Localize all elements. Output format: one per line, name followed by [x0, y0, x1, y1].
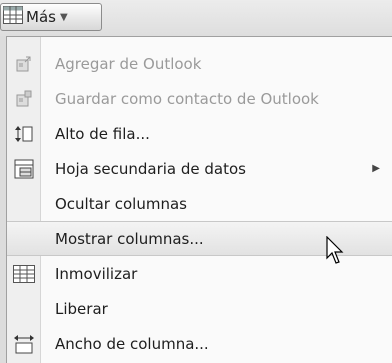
- menu-item-liberar[interactable]: Liberar: [7, 291, 392, 326]
- menu-item-label: Alto de fila...: [55, 124, 150, 143]
- toolbar: Más ▼: [0, 0, 392, 36]
- menu-item-label: Liberar: [55, 299, 108, 318]
- menu-item-agregar-de-outlook[interactable]: Agregar de Outlook: [7, 46, 392, 81]
- column-width-icon: [7, 326, 41, 361]
- menu-item-label: Ocultar columnas: [55, 194, 187, 213]
- menu-item-ocultar-columnas[interactable]: Ocultar columnas: [7, 186, 392, 221]
- menu-item-hoja-secundaria[interactable]: Hoja secundaria de datos ▶: [7, 151, 392, 186]
- menu-item-guardar-contacto[interactable]: Guardar como contacto de Outlook: [7, 81, 392, 116]
- save-outlook-contact-icon: [7, 81, 41, 116]
- chevron-down-icon: ▼: [59, 11, 68, 23]
- menu-item-alto-de-fila[interactable]: Alto de fila...: [7, 116, 392, 151]
- menu-item-label: Hoja secundaria de datos: [55, 159, 247, 178]
- freeze-icon: [7, 256, 41, 291]
- subdatasheet-icon: [7, 151, 41, 186]
- context-menu: Agregar de Outlook Guardar como contacto…: [6, 36, 392, 363]
- mouse-pointer-icon: [326, 236, 344, 264]
- menu-item-label: Mostrar columnas...: [55, 229, 204, 248]
- table-grid-icon: [3, 6, 23, 28]
- mas-label: Más: [26, 8, 56, 26]
- submenu-arrow-icon: ▶: [372, 163, 380, 174]
- menu-item-label: Inmovilizar: [55, 264, 138, 283]
- row-height-icon: [7, 116, 41, 151]
- add-from-outlook-icon: [7, 46, 41, 81]
- menu-item-ancho-de-columna[interactable]: Ancho de columna...: [7, 326, 392, 361]
- menu-item-label: Agregar de Outlook: [55, 54, 202, 73]
- mas-dropdown-button[interactable]: Más ▼: [0, 3, 102, 31]
- menu-item-label: Ancho de columna...: [55, 334, 209, 353]
- menu-item-label: Guardar como contacto de Outlook: [55, 89, 319, 108]
